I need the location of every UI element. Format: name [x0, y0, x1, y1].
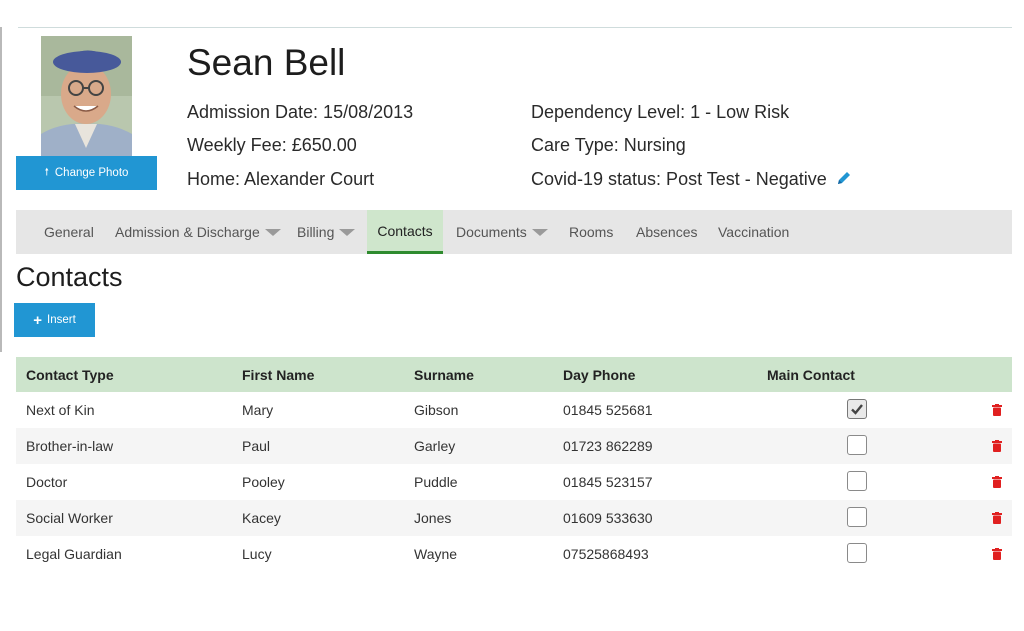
contact-type-cell: Next of Kin: [26, 402, 95, 418]
tab-billing[interactable]: Billing: [297, 210, 356, 254]
checkmark-icon: [851, 404, 863, 415]
trash-delete-icon[interactable]: [992, 403, 1002, 419]
left-border: [0, 27, 2, 352]
main-contact-checkbox[interactable]: [847, 435, 867, 455]
table-row[interactable]: Doctor Pooley Puddle 01845 523157: [16, 464, 1012, 500]
surname-cell: Garley: [414, 438, 456, 454]
tab-absences[interactable]: Absences: [636, 210, 697, 254]
column-header[interactable]: Day Phone: [563, 357, 635, 392]
column-header[interactable]: Surname: [414, 357, 474, 392]
surname-cell: Puddle: [414, 474, 458, 490]
day-phone-cell: 01609 533630: [563, 510, 653, 526]
main-contact-checkbox[interactable]: [847, 399, 867, 419]
insert-button[interactable]: + Insert: [14, 303, 95, 337]
home-name: Home: Alexander Court: [187, 169, 375, 189]
first-name-cell: Pooley: [242, 474, 285, 490]
tab-admission-discharge[interactable]: Admission & Discharge: [115, 210, 281, 254]
first-name-cell: Mary: [242, 402, 274, 418]
tab-bar: General Admission & Discharge Billing Co…: [16, 210, 1012, 254]
trash-delete-icon[interactable]: [992, 475, 1002, 491]
header-divider: [18, 27, 1012, 28]
insert-label: Insert: [47, 314, 76, 326]
pencil-edit-icon[interactable]: [836, 170, 852, 191]
day-phone-cell: 01845 525681: [563, 402, 653, 418]
first-name-cell: Kacey: [242, 510, 281, 526]
tab-rooms[interactable]: Rooms: [569, 210, 613, 254]
day-phone-cell: 01845 523157: [563, 474, 653, 490]
covid-status: Covid-19 status: Post Test - Negative: [531, 169, 827, 189]
resident-photo: [41, 36, 132, 156]
table-row[interactable]: Brother-in-law Paul Garley 01723 862289: [16, 428, 1012, 464]
surname-cell: Gibson: [414, 402, 459, 418]
surname-cell: Jones: [414, 510, 452, 526]
upload-arrow-icon: 🠕: [44, 166, 49, 178]
contact-type-cell: Doctor: [26, 474, 68, 490]
column-header[interactable]: Main Contact: [767, 357, 855, 392]
contact-type-cell: Social Worker: [26, 510, 113, 526]
contacts-table: Contact Type First Name Surname Day Phon…: [16, 357, 1012, 572]
first-name-cell: Lucy: [242, 546, 272, 562]
caret-down-icon: [339, 228, 356, 236]
covid-status-row: Covid-19 status: Post Test - Negative: [531, 169, 852, 191]
dependency-level: Dependency Level: 1 - Low Risk: [531, 102, 790, 122]
first-name-cell: Paul: [242, 438, 271, 454]
weekly-fee: Weekly Fee: £650.00: [187, 135, 357, 155]
table-row[interactable]: Legal Guardian Lucy Wayne 07525868493: [16, 536, 1012, 572]
admission-date: Admission Date: 15/08/2013: [187, 102, 414, 122]
resident-name: Sean Bell: [187, 42, 346, 83]
contact-type-cell: Brother-in-law: [26, 438, 114, 454]
surname-cell: Wayne: [414, 546, 458, 562]
main-contact-checkbox[interactable]: [847, 543, 867, 563]
tab-documents[interactable]: Documents: [456, 210, 548, 254]
table-row[interactable]: Social Worker Kacey Jones 01609 533630: [16, 500, 1012, 536]
table-header: Contact Type First Name Surname Day Phon…: [16, 357, 1012, 392]
trash-delete-icon[interactable]: [992, 511, 1002, 527]
day-phone-cell: 01723 862289: [563, 438, 653, 454]
care-type: Care Type: Nursing: [531, 135, 686, 155]
contact-type-cell: Legal Guardian: [26, 546, 122, 562]
column-header[interactable]: First Name: [242, 357, 314, 392]
column-header[interactable]: Contact Type: [26, 357, 114, 392]
caret-down-icon: [531, 228, 548, 236]
plus-icon: +: [33, 311, 42, 329]
table-row[interactable]: Next of Kin Mary Gibson 01845 525681: [16, 392, 1012, 428]
day-phone-cell: 07525868493: [563, 546, 649, 562]
main-contact-checkbox[interactable]: [847, 507, 867, 527]
change-photo-button[interactable]: 🠕 Change Photo: [16, 156, 157, 190]
tab-vaccination[interactable]: Vaccination: [718, 210, 789, 254]
trash-delete-icon[interactable]: [992, 547, 1002, 563]
change-photo-label: Change Photo: [54, 167, 129, 179]
caret-down-icon: [264, 228, 281, 236]
tab-contacts[interactable]: Contacts: [367, 210, 443, 254]
main-contact-checkbox[interactable]: [847, 471, 867, 491]
tab-general[interactable]: General: [44, 210, 94, 254]
section-title: Contacts: [16, 262, 123, 292]
trash-delete-icon[interactable]: [992, 439, 1002, 455]
